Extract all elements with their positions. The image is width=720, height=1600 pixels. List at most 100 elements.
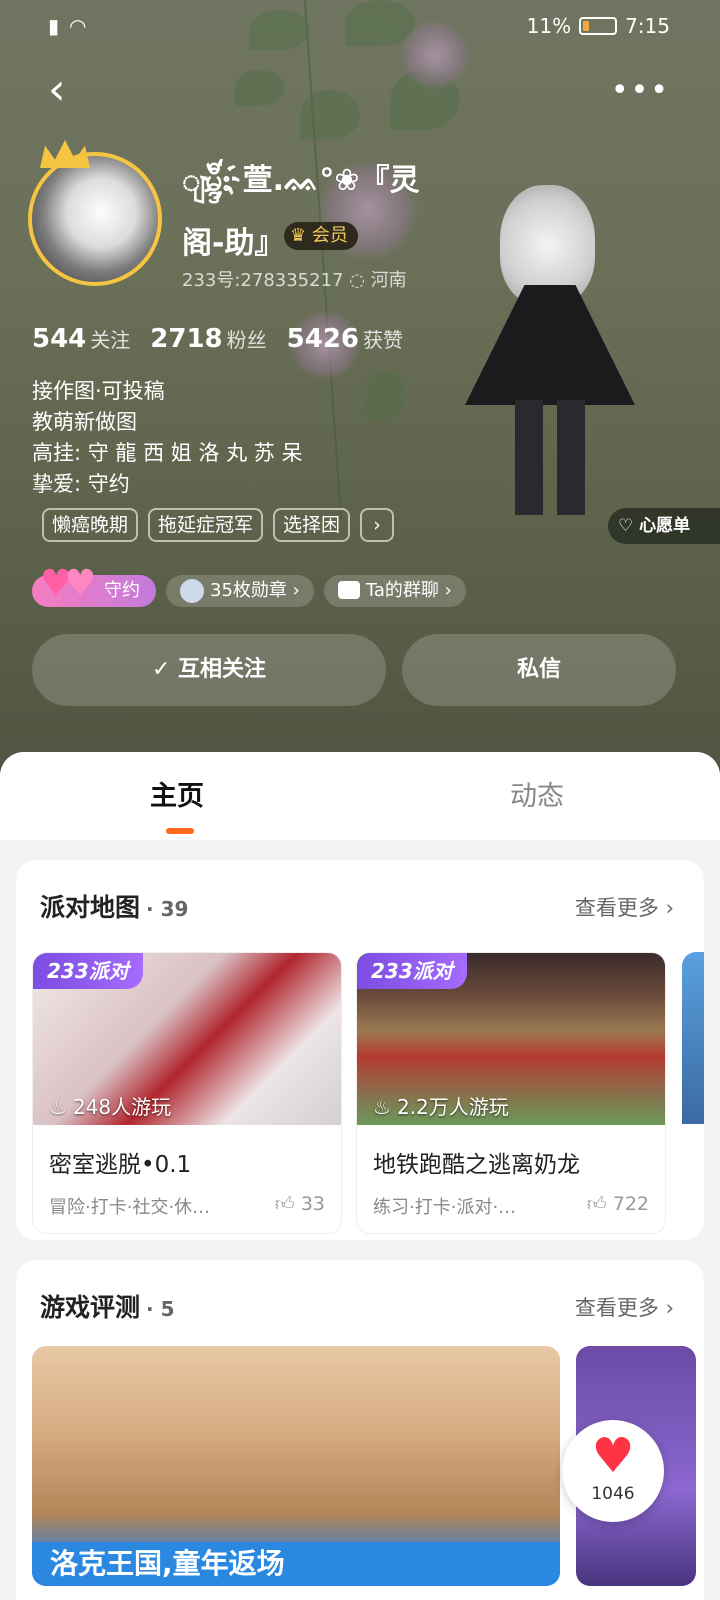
section-count: · 39 [146, 897, 189, 921]
chevron-right-icon: › [444, 580, 452, 601]
tag-chip[interactable]: 选择困 [273, 508, 351, 542]
vip-badge[interactable]: ♛ 会员 [284, 222, 358, 250]
stat-label: 关注 [90, 328, 131, 352]
bio-line: 高挂: 守 龍 西 姐 洛 丸 苏 呆 [32, 441, 303, 465]
back-button[interactable]: ‹ [48, 68, 88, 112]
map-card[interactable]: 233派对 ♨ 2.2万人游玩 地铁跑酷之逃离奶龙 练习·打卡·派对·… 👍︎ 7… [356, 952, 666, 1234]
message-button[interactable]: 私信 [402, 634, 676, 706]
tag-chip[interactable]: 拖延症冠军 [148, 508, 264, 542]
map-tags: 冒险·打卡·社交·休… [49, 1197, 211, 1218]
see-more-link[interactable]: 查看更多 › [575, 892, 674, 922]
more-dots-icon: ••• [610, 73, 670, 108]
map-card-peek[interactable] [682, 952, 704, 1124]
section-title-text: 派对地图 [40, 893, 141, 922]
party-logo: 233派对 [357, 953, 467, 989]
bio-line: 教萌新做图 [32, 410, 137, 434]
wishlist-label: 心愿单 [639, 516, 691, 536]
thumb-up-icon: 👍︎ [274, 1193, 295, 1215]
heart-outline-icon: ♡ [618, 516, 634, 536]
like-count-text: 33 [300, 1193, 325, 1215]
like-count[interactable]: 👍︎ 722 [587, 1193, 649, 1216]
stat-label: 获赞 [363, 328, 404, 352]
leaf-decoration [365, 370, 405, 420]
user-id-location: 233号:278335217 ◌ 河南 [182, 266, 407, 292]
profile-stats: 544 关注 2718 粉丝 5426 获赞 [32, 324, 403, 354]
check-icon: ✓ [151, 657, 171, 682]
chevron-right-icon: › [373, 514, 381, 536]
avatar[interactable] [28, 152, 162, 286]
tag-chip[interactable]: 懒癌晚期 [42, 508, 139, 542]
username-line2: 阁-助』 [182, 226, 285, 261]
tab-home[interactable]: 主页 [150, 774, 204, 813]
bio: 接作图·可投稿 教萌新做图 高挂: 守 龍 西 姐 洛 丸 苏 呆 挚爱: 守约 [32, 376, 302, 500]
play-count-text: 248人游玩 [72, 1095, 172, 1119]
hearts-icon [32, 568, 104, 608]
map-title: 密室逃脱•0.1 [49, 1152, 192, 1178]
map-card[interactable]: 233派对 ♨ 248人游玩 密室逃脱•0.1 冒险·打卡·社交·休… 👍︎ 33 [32, 952, 342, 1234]
map-tags: 练习·打卡·派对·… [373, 1197, 517, 1218]
section-title: 游戏评测 · 5 [40, 1288, 175, 1324]
flame-icon: ♨ [49, 1095, 67, 1119]
character-dress [465, 285, 635, 405]
review-banner: 洛克王国,童年返场 [32, 1542, 560, 1586]
more-button[interactable]: ••• [611, 76, 670, 106]
avatar-character[interactable] [455, 165, 645, 520]
like-count[interactable]: 👍︎ 33 [275, 1193, 325, 1216]
leaf-decoration [235, 70, 285, 106]
vip-icon: ♛ [290, 225, 307, 246]
see-more-link[interactable]: 查看更多 › [575, 1292, 674, 1322]
stat-value: 5426 [286, 324, 360, 354]
chevron-right-icon: › [665, 1296, 674, 1320]
profile-header: ▮ ◠ 11% 7:15 ‹ ••• ျမ္ဒီး҉萱.ᨐ°❀『灵 阁-助』 ♛… [0, 0, 720, 790]
group-chat-button[interactable]: Ta的群聊 › [323, 575, 466, 607]
chevron-left-icon: ‹ [48, 64, 66, 115]
follow-label: 互相关注 [178, 657, 267, 682]
stat-value: 544 [32, 324, 87, 354]
section-title: 派对地图 · 39 [40, 888, 188, 924]
section-title-text: 游戏评测 [40, 1293, 141, 1322]
play-count: ♨ 2.2万人游玩 [373, 1091, 509, 1120]
heart-icon: ♥ [591, 1428, 635, 1484]
stat-following[interactable]: 544 关注 [32, 324, 130, 354]
vine-decoration [303, 0, 343, 520]
chevron-right-icon: › [665, 896, 674, 920]
message-label: 私信 [516, 657, 561, 682]
medals-button[interactable]: 35枚勋章 › [166, 575, 314, 607]
like-fab[interactable]: ♥ 1046 [562, 1420, 664, 1522]
character-legs [515, 400, 585, 515]
see-more-label: 查看更多 [574, 896, 659, 920]
play-count: ♨ 248人游玩 [49, 1091, 171, 1120]
party-logo: 233派对 [33, 953, 143, 989]
wishlist-button[interactable]: ♡ 心愿单 [608, 508, 720, 544]
tab-activity[interactable]: 动态 [510, 774, 564, 813]
group-chat-label: Ta的群聊 [365, 580, 439, 601]
map-title: 地铁跑酷之逃离奶龙 [373, 1152, 580, 1178]
see-more-label: 查看更多 [574, 1296, 659, 1320]
stat-likes[interactable]: 5426 获赞 [287, 324, 403, 354]
mutual-follow-button[interactable]: ✓ 互相关注 [32, 634, 386, 706]
crown-icon [40, 140, 90, 168]
alert-icon: ▮ [48, 14, 60, 38]
tags-expand-button[interactable]: › [360, 508, 395, 542]
username-line1: ျမ္ဒီး҉萱.ᨐ°❀『灵 [182, 163, 420, 198]
tag-list: 懒癌晚期 拖延症冠军 选择困 › [42, 508, 395, 542]
wifi-icon: ◠ [69, 14, 87, 38]
location-icon: ◌ [349, 270, 371, 291]
bio-line: 接作图·可投稿 [32, 379, 165, 403]
flame-icon: ♨ [373, 1095, 391, 1119]
battery-percent: 11% [526, 14, 572, 38]
review-card[interactable]: 洛克王国,童年返场 [32, 1346, 560, 1586]
stat-followers[interactable]: 2718 粉丝 [150, 324, 266, 354]
like-count-text: 722 [612, 1193, 649, 1215]
status-bar: ▮ ◠ 11% 7:15 [0, 10, 720, 44]
play-count-text: 2.2万人游玩 [396, 1095, 509, 1119]
couple-badge[interactable]: 守约 [32, 568, 156, 607]
vip-label: 会员 [311, 225, 348, 246]
badge-row: 守约 35枚勋章 › Ta的群聊 › [32, 568, 466, 607]
leaf-decoration [300, 90, 360, 140]
medal-icon [180, 579, 204, 603]
party-maps-card: 派对地图 · 39 查看更多 › 233派对 ♨ 248人游玩 密室逃脱•0.1 冒… [16, 860, 704, 1240]
tab-indicator [166, 828, 194, 834]
like-fab-count: 1046 [591, 1484, 635, 1504]
section-count: · 5 [146, 1297, 175, 1321]
